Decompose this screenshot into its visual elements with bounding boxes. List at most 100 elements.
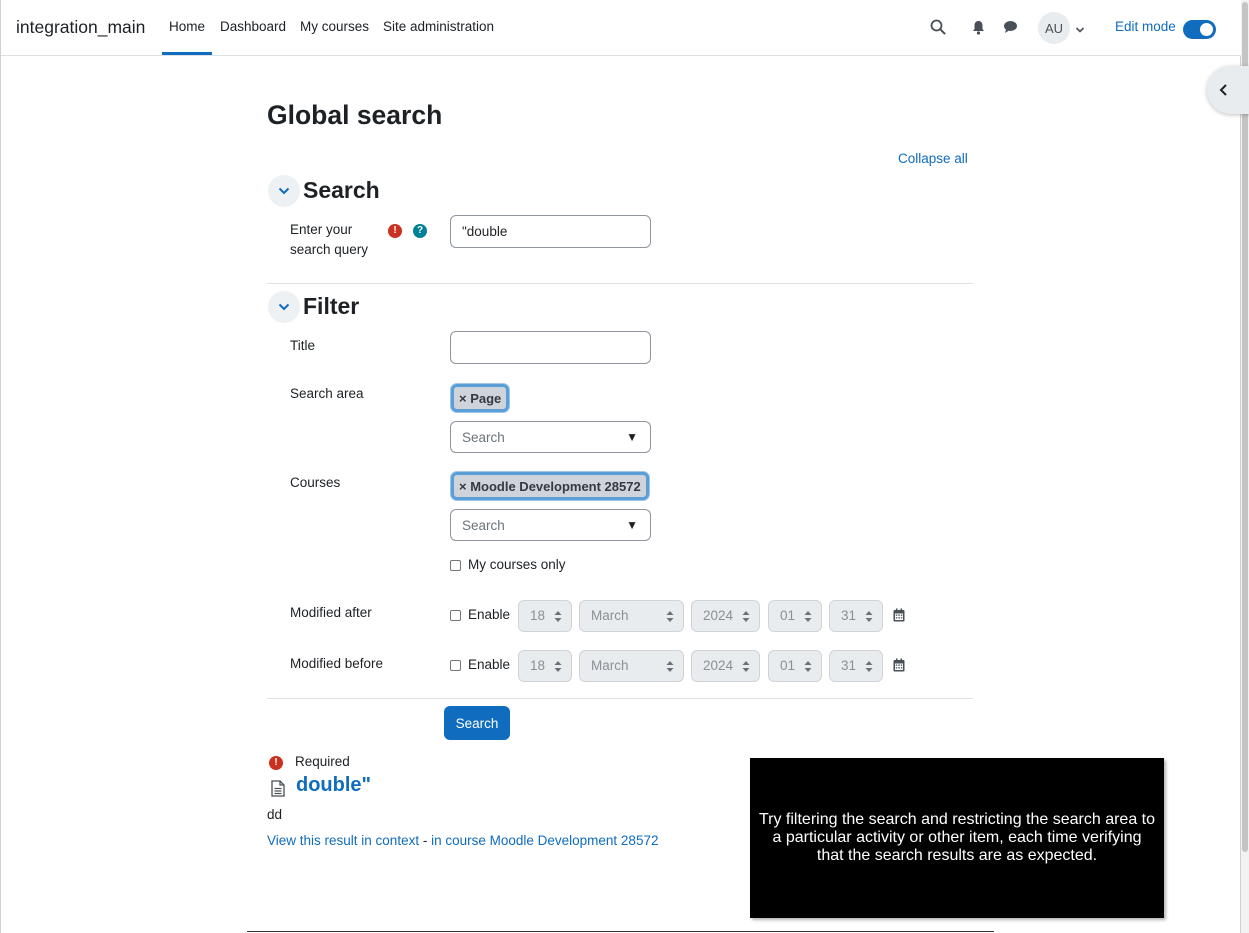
modified-before-month[interactable]: March: [579, 650, 684, 682]
collapse-all-link[interactable]: Collapse all: [898, 151, 968, 166]
search-area-placeholder: Search: [462, 430, 505, 445]
my-courses-only-checkbox[interactable]: [450, 560, 461, 571]
bell-icon[interactable]: [972, 20, 985, 38]
month-value: March: [591, 658, 629, 673]
page-title: Global search: [267, 100, 443, 130]
updown-arrows-icon: [804, 661, 812, 672]
modified-after-enable-checkbox[interactable]: [450, 610, 461, 621]
nav-active-indicator: [162, 52, 212, 55]
day-value: 18: [530, 608, 546, 623]
calendar-icon[interactable]: [893, 608, 905, 625]
open-drawer-button[interactable]: [1207, 66, 1249, 114]
query-label-line1: Enter your: [290, 222, 353, 237]
chevron-down-icon: [278, 187, 290, 195]
dropdown-arrow-icon: ▼: [626, 430, 638, 444]
calendar-icon[interactable]: [893, 658, 905, 675]
search-area-tag-label: × Page: [459, 390, 502, 406]
top-navbar: integration_main Home Dashboard My cours…: [1, 0, 1241, 56]
modified-after-year[interactable]: 2024: [691, 600, 760, 632]
updown-arrows-icon: [554, 661, 562, 672]
modified-before-label: Modified before: [290, 656, 384, 671]
required-icon: !: [388, 224, 402, 238]
caption-text: Try filtering the search and restricting…: [758, 811, 1156, 864]
user-avatar[interactable]: AU: [1038, 12, 1070, 44]
modified-before-enable-checkbox[interactable]: [450, 660, 461, 671]
updown-arrows-icon: [554, 611, 562, 622]
search-area-tag[interactable]: × Page: [451, 384, 510, 412]
nav-site-administration[interactable]: Site administration: [383, 19, 494, 34]
filter-section-title[interactable]: Filter: [303, 293, 359, 320]
updown-arrows-icon: [865, 661, 873, 672]
day-value: 18: [530, 658, 546, 673]
help-icon[interactable]: ?: [413, 224, 427, 238]
year-value: 2024: [703, 608, 734, 623]
courses-tag[interactable]: × Moodle Development 28572: [451, 472, 649, 500]
chevron-left-icon: [1219, 84, 1227, 96]
title-label: Title: [290, 338, 316, 353]
updown-arrows-icon: [804, 611, 812, 622]
search-submit-button[interactable]: Search: [444, 706, 510, 740]
avatar-initials: AU: [1044, 20, 1064, 36]
modified-after-day[interactable]: 18: [518, 600, 572, 632]
modified-after-month[interactable]: March: [579, 600, 684, 632]
modified-before-day[interactable]: 18: [518, 650, 572, 682]
instruction-caption: Try filtering the search and restricting…: [750, 758, 1164, 918]
chevron-down-icon[interactable]: [1075, 22, 1085, 37]
courses-tag-label: × Moodle Development 28572: [459, 478, 641, 494]
filter-section-toggle[interactable]: [268, 291, 300, 323]
year-value: 2024: [703, 658, 734, 673]
edit-mode-label[interactable]: Edit mode: [1115, 19, 1176, 34]
search-query-input[interactable]: [450, 215, 651, 248]
search-section-toggle[interactable]: [268, 175, 300, 207]
search-section-title[interactable]: Search: [303, 177, 380, 204]
minute-value: 31: [841, 658, 857, 673]
updown-arrows-icon: [666, 611, 674, 622]
result-snippet: dd: [267, 807, 283, 822]
result-course-link[interactable]: in course Moodle Development 28572: [431, 833, 658, 848]
modified-after-enable-label[interactable]: Enable: [468, 605, 510, 625]
updown-arrows-icon: [865, 611, 873, 622]
modified-after-minute[interactable]: 31: [829, 600, 883, 632]
required-legend: Required: [295, 754, 350, 769]
courses-placeholder: Search: [462, 518, 505, 533]
site-brand[interactable]: integration_main: [16, 17, 145, 38]
nav-dashboard[interactable]: Dashboard: [220, 19, 286, 34]
toggle-knob: [1200, 23, 1213, 36]
nav-home[interactable]: Home: [169, 19, 205, 34]
footer-divider: [247, 931, 994, 932]
search-icon[interactable]: [930, 19, 946, 38]
minute-value: 31: [841, 608, 857, 623]
modified-before-hour[interactable]: 01: [768, 650, 822, 682]
section-divider: [267, 283, 973, 284]
hour-value: 01: [780, 658, 796, 673]
my-courses-only-label[interactable]: My courses only: [468, 555, 566, 575]
title-filter-input[interactable]: [450, 331, 651, 364]
result-context-link[interactable]: View this result in context: [267, 833, 419, 848]
modified-after-label: Modified after: [290, 605, 372, 620]
updown-arrows-icon: [742, 611, 750, 622]
modified-before-minute[interactable]: 31: [829, 650, 883, 682]
search-area-label: Search area: [290, 386, 364, 401]
result-links: View this result in context - in course …: [267, 833, 658, 848]
result-link-separator: -: [419, 833, 432, 848]
updown-arrows-icon: [742, 661, 750, 672]
edit-mode-toggle[interactable]: [1183, 20, 1216, 39]
vertical-scrollbar[interactable]: [1241, 0, 1249, 933]
chat-icon[interactable]: [1003, 20, 1018, 37]
dropdown-arrow-icon: ▼: [626, 518, 638, 532]
result-title-link[interactable]: double": [296, 774, 371, 797]
modified-after-hour[interactable]: 01: [768, 600, 822, 632]
modified-before-enable-label[interactable]: Enable: [468, 655, 510, 675]
scrollbar-thumb[interactable]: [1242, 2, 1248, 852]
required-icon: !: [269, 756, 283, 770]
modified-before-year[interactable]: 2024: [691, 650, 760, 682]
courses-select[interactable]: Search ▼: [450, 509, 651, 541]
updown-arrows-icon: [666, 661, 674, 672]
chevron-down-icon: [278, 303, 290, 311]
nav-my-courses[interactable]: My courses: [300, 19, 369, 34]
courses-label: Courses: [290, 475, 341, 490]
file-icon: [271, 780, 285, 800]
hour-value: 01: [780, 608, 796, 623]
query-label-line2: search query: [290, 242, 369, 257]
search-area-select[interactable]: Search ▼: [450, 421, 651, 453]
